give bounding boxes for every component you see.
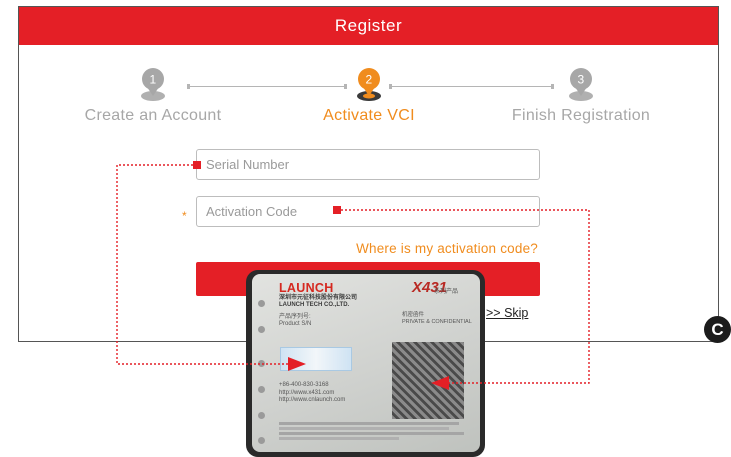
card-hole bbox=[258, 360, 265, 367]
serial-number-input[interactable]: Serial Number bbox=[196, 149, 540, 180]
step-connector-2 bbox=[389, 84, 554, 89]
card-brand-logo: LAUNCH bbox=[279, 281, 334, 295]
card-hole bbox=[258, 386, 265, 393]
required-marker: * bbox=[182, 209, 187, 223]
card-hole bbox=[258, 412, 265, 419]
callout-badge: C bbox=[704, 316, 731, 343]
card-activation-code-scratch-area bbox=[392, 342, 464, 419]
card-hole bbox=[258, 437, 265, 444]
step-2-label: Activate VCI bbox=[323, 107, 415, 124]
card-serial-number-area bbox=[280, 347, 352, 371]
card-contact-info: +86-400-830-3168 http://www.x431.com htt… bbox=[279, 382, 346, 403]
card-hole bbox=[258, 326, 265, 333]
step-3-label: Finish Registration bbox=[511, 107, 651, 124]
activation-code-help-link[interactable]: Where is my activation code? bbox=[356, 241, 538, 256]
card-serial-label: 产品序列号: Product S/N bbox=[279, 314, 312, 327]
step-1-pin-icon: 1 bbox=[141, 68, 165, 101]
step-3-pin-icon: 3 bbox=[569, 68, 593, 101]
card-fine-print bbox=[279, 420, 469, 442]
step-2-pin-icon: 2 bbox=[357, 68, 381, 101]
window-title: Register bbox=[19, 7, 718, 45]
step-2-number: 2 bbox=[366, 73, 373, 87]
card-confidential-label: 机密函件 PRIVATE & CONFIDENTIAL bbox=[402, 312, 472, 325]
step-connector-1 bbox=[187, 84, 347, 89]
progress-steps: 1 Create an Account 2 Activate VCI 3 Fin… bbox=[19, 65, 718, 135]
step-1-label: Create an Account bbox=[84, 107, 222, 124]
card-product-series: 系列产品 bbox=[434, 289, 459, 295]
activation-code-input[interactable]: Activation Code bbox=[196, 196, 540, 227]
step-3-number: 3 bbox=[578, 73, 585, 87]
step-1-number: 1 bbox=[150, 73, 157, 87]
skip-link[interactable]: >> Skip bbox=[486, 306, 528, 320]
product-card: LAUNCH 深圳市元征科技股份有限公司 LAUNCH TECH CO.,LTD… bbox=[252, 274, 480, 452]
card-hole bbox=[258, 300, 265, 307]
card-company-name: 深圳市元征科技股份有限公司 LAUNCH TECH CO.,LTD. bbox=[279, 295, 358, 308]
product-card-photo: LAUNCH 深圳市元征科技股份有限公司 LAUNCH TECH CO.,LTD… bbox=[246, 270, 485, 457]
